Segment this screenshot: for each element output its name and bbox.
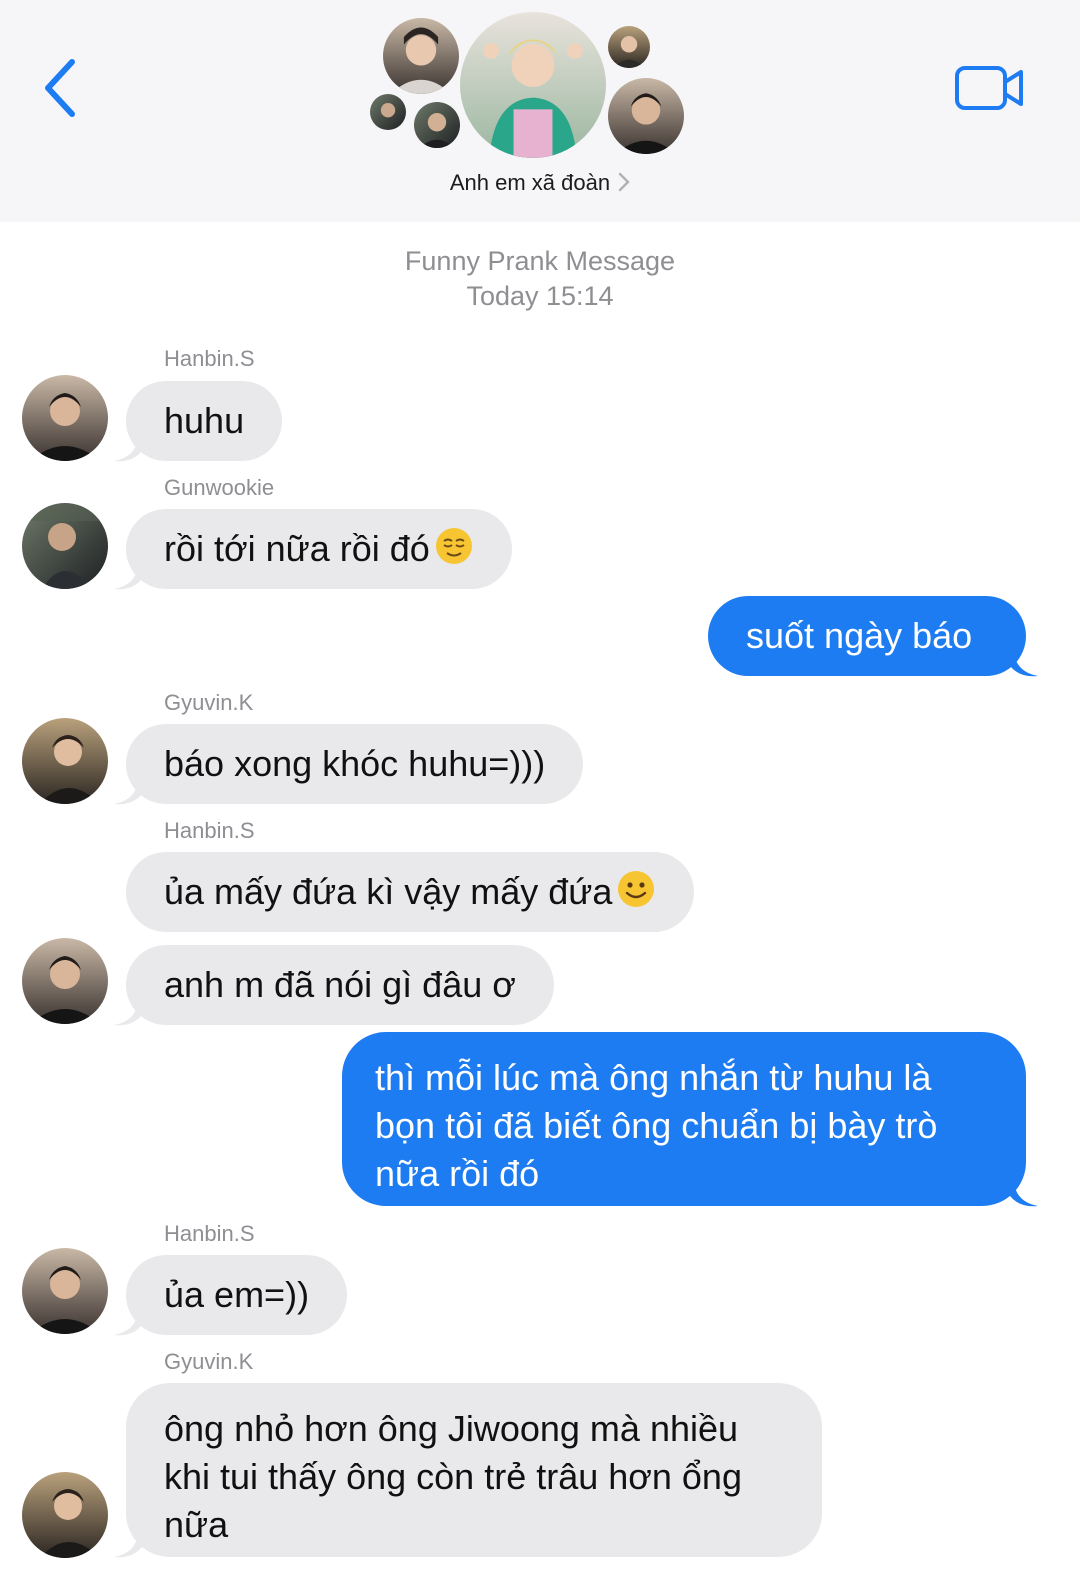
message-text: anh m đã nói gì đâu ơ <box>164 964 516 1005</box>
message-text: rồi tới nữa rồi đó <box>164 528 430 569</box>
bubble-tail <box>114 1533 142 1558</box>
sender-name: Gyuvin.K <box>164 1349 254 1374</box>
message-text: ủa mấy đứa kì vậy mấy đứa <box>164 871 613 912</box>
message-text-line: nữa <box>164 1504 229 1545</box>
message-bubble-outgoing[interactable]: thì mỗi lúc mà ông nhắn từ huhu là bọn t… <box>342 1032 1026 1206</box>
message-bubble-incoming[interactable]: ông nhỏ hơn ông Jiwoong mà nhiều khi tui… <box>126 1383 822 1557</box>
sender-name: Gyuvin.K <box>164 690 254 715</box>
sender-avatar[interactable] <box>22 718 108 804</box>
conversation-timestamp: Today 15:14 <box>466 281 614 311</box>
message-bubble-outgoing[interactable]: suốt ngày báo <box>708 596 1026 676</box>
sender-avatar[interactable] <box>22 1248 108 1334</box>
message-bubble-incoming[interactable]: rồi tới nữa rồi đó <box>126 509 512 589</box>
message-text: ủa em=)) <box>164 1274 310 1315</box>
sender-avatar[interactable] <box>22 375 108 461</box>
message-text-line: ông nhỏ hơn ông Jiwoong mà nhiều <box>164 1408 739 1449</box>
sender-avatar[interactable] <box>22 1472 108 1558</box>
conversation-header: Anh em xã đoàn <box>0 0 1080 222</box>
bubble-tail <box>114 1001 142 1026</box>
sender-avatar[interactable] <box>22 938 108 1024</box>
message-text: huhu <box>164 400 245 441</box>
sender-name: Hanbin.S <box>164 346 255 371</box>
message-bubble-incoming[interactable]: ủa mấy đứa kì vậy mấy đứa <box>126 852 695 932</box>
sender-name: Hanbin.S <box>164 1221 255 1246</box>
smiling-face-emoji <box>618 871 655 907</box>
chevron-right-icon <box>618 172 630 192</box>
group-avatar-member-4[interactable] <box>368 92 408 132</box>
group-avatar-member-3[interactable] <box>606 24 652 70</box>
chevron-left-icon <box>45 59 75 117</box>
bubble-tail <box>114 1311 142 1336</box>
message-text: suốt ngày báo <box>746 615 973 656</box>
message-text: báo xong khóc huhu=))) <box>164 743 546 784</box>
bubble-tail <box>114 780 142 805</box>
group-avatar-member-2[interactable] <box>458 10 608 160</box>
message-text-line: thì mỗi lúc mà ông nhắn từ huhu là <box>375 1057 932 1098</box>
sender-avatar[interactable] <box>22 503 108 589</box>
group-avatar-member-6[interactable] <box>606 76 686 156</box>
bubble-tail <box>114 565 142 590</box>
message-text-line: bọn tôi đã biết ông chuẩn bị bày trò <box>375 1105 938 1146</box>
video-call-button[interactable] <box>955 64 1027 112</box>
message-bubble-incoming[interactable]: ủa em=)) <box>126 1255 348 1335</box>
video-camera-icon <box>955 66 1023 110</box>
message-bubble-incoming[interactable]: huhu <box>126 381 283 461</box>
conversation-title: Funny Prank Message <box>404 246 676 276</box>
bubble-tail <box>1010 1182 1038 1207</box>
message-bubble-incoming[interactable]: báo xong khóc huhu=))) <box>126 724 584 804</box>
group-avatar-member-5[interactable] <box>412 100 462 150</box>
message-text-line: khi tui thấy ông còn trẻ trâu hơn ổng <box>164 1456 742 1497</box>
sender-name: Gunwookie <box>164 475 275 500</box>
group-avatar-member-1[interactable] <box>381 16 461 96</box>
bubble-tail <box>114 437 142 462</box>
relieved-face-emoji <box>435 528 472 564</box>
message-bubble-incoming[interactable]: anh m đã nói gì đâu ơ <box>126 945 554 1025</box>
group-name: Anh em xã đoàn <box>449 170 611 195</box>
back-button[interactable] <box>38 56 84 120</box>
group-name-link[interactable]: Anh em xã đoàn <box>0 170 1080 196</box>
bubble-tail <box>1010 652 1038 677</box>
message-text-line: nữa rồi đó <box>375 1153 540 1194</box>
sender-name: Hanbin.S <box>164 818 255 843</box>
